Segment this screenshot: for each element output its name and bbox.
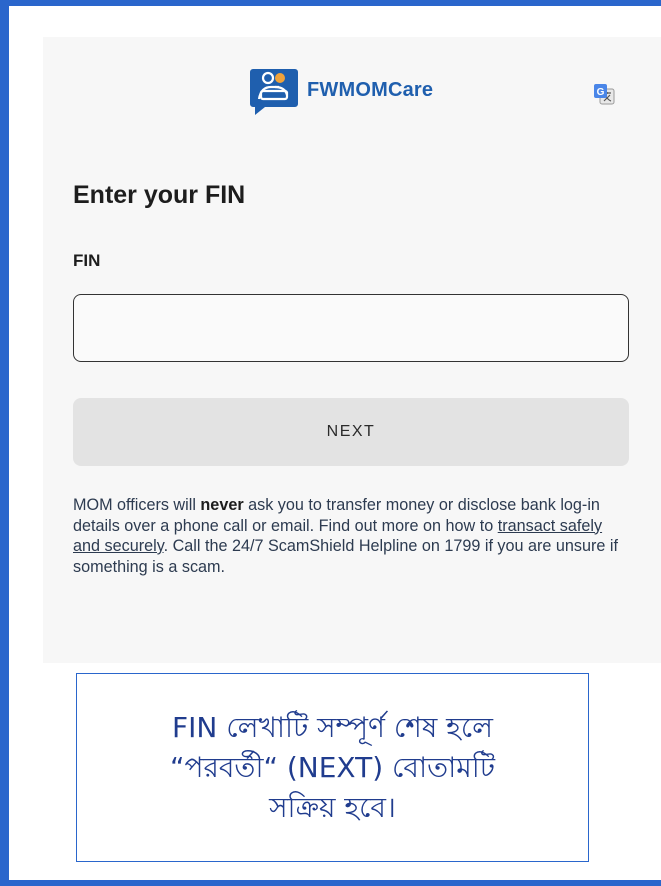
notice-text-1: MOM officers will [73, 496, 201, 514]
caption-line-3: সক্রিয় হবে। [269, 790, 396, 824]
app-name: FWMOMCare [307, 78, 434, 101]
google-translate-icon[interactable]: G [593, 83, 615, 105]
next-button[interactable]: NEXT [73, 398, 629, 466]
page-title: Enter your FIN [73, 181, 246, 209]
app-header: FWMOMCare G [43, 37, 661, 137]
tutorial-frame: FWMOMCare G Enter your FIN FIN NEXT MOM … [0, 0, 661, 886]
notice-emphasis: never [200, 496, 244, 514]
instruction-caption: FIN লেখাটি সম্পূর্ণ শেষ হলে “পরবর্তী“ (N… [76, 673, 589, 862]
fin-input[interactable] [73, 294, 629, 362]
app-logo: FWMOMCare [249, 65, 433, 115]
app-screen: FWMOMCare G Enter your FIN FIN NEXT MOM … [43, 37, 661, 663]
fwmomcare-logo-icon [250, 69, 298, 115]
svg-text:G: G [597, 87, 605, 98]
caption-line-2: “পরবর্তী“ (NEXT) বোতামটি [169, 750, 496, 784]
fin-field-label: FIN [73, 251, 101, 270]
scam-notice: MOM officers will never ask you to trans… [73, 495, 633, 577]
caption-line-1: FIN লেখাটি সম্পূর্ণ শেষ হলে [172, 710, 493, 744]
